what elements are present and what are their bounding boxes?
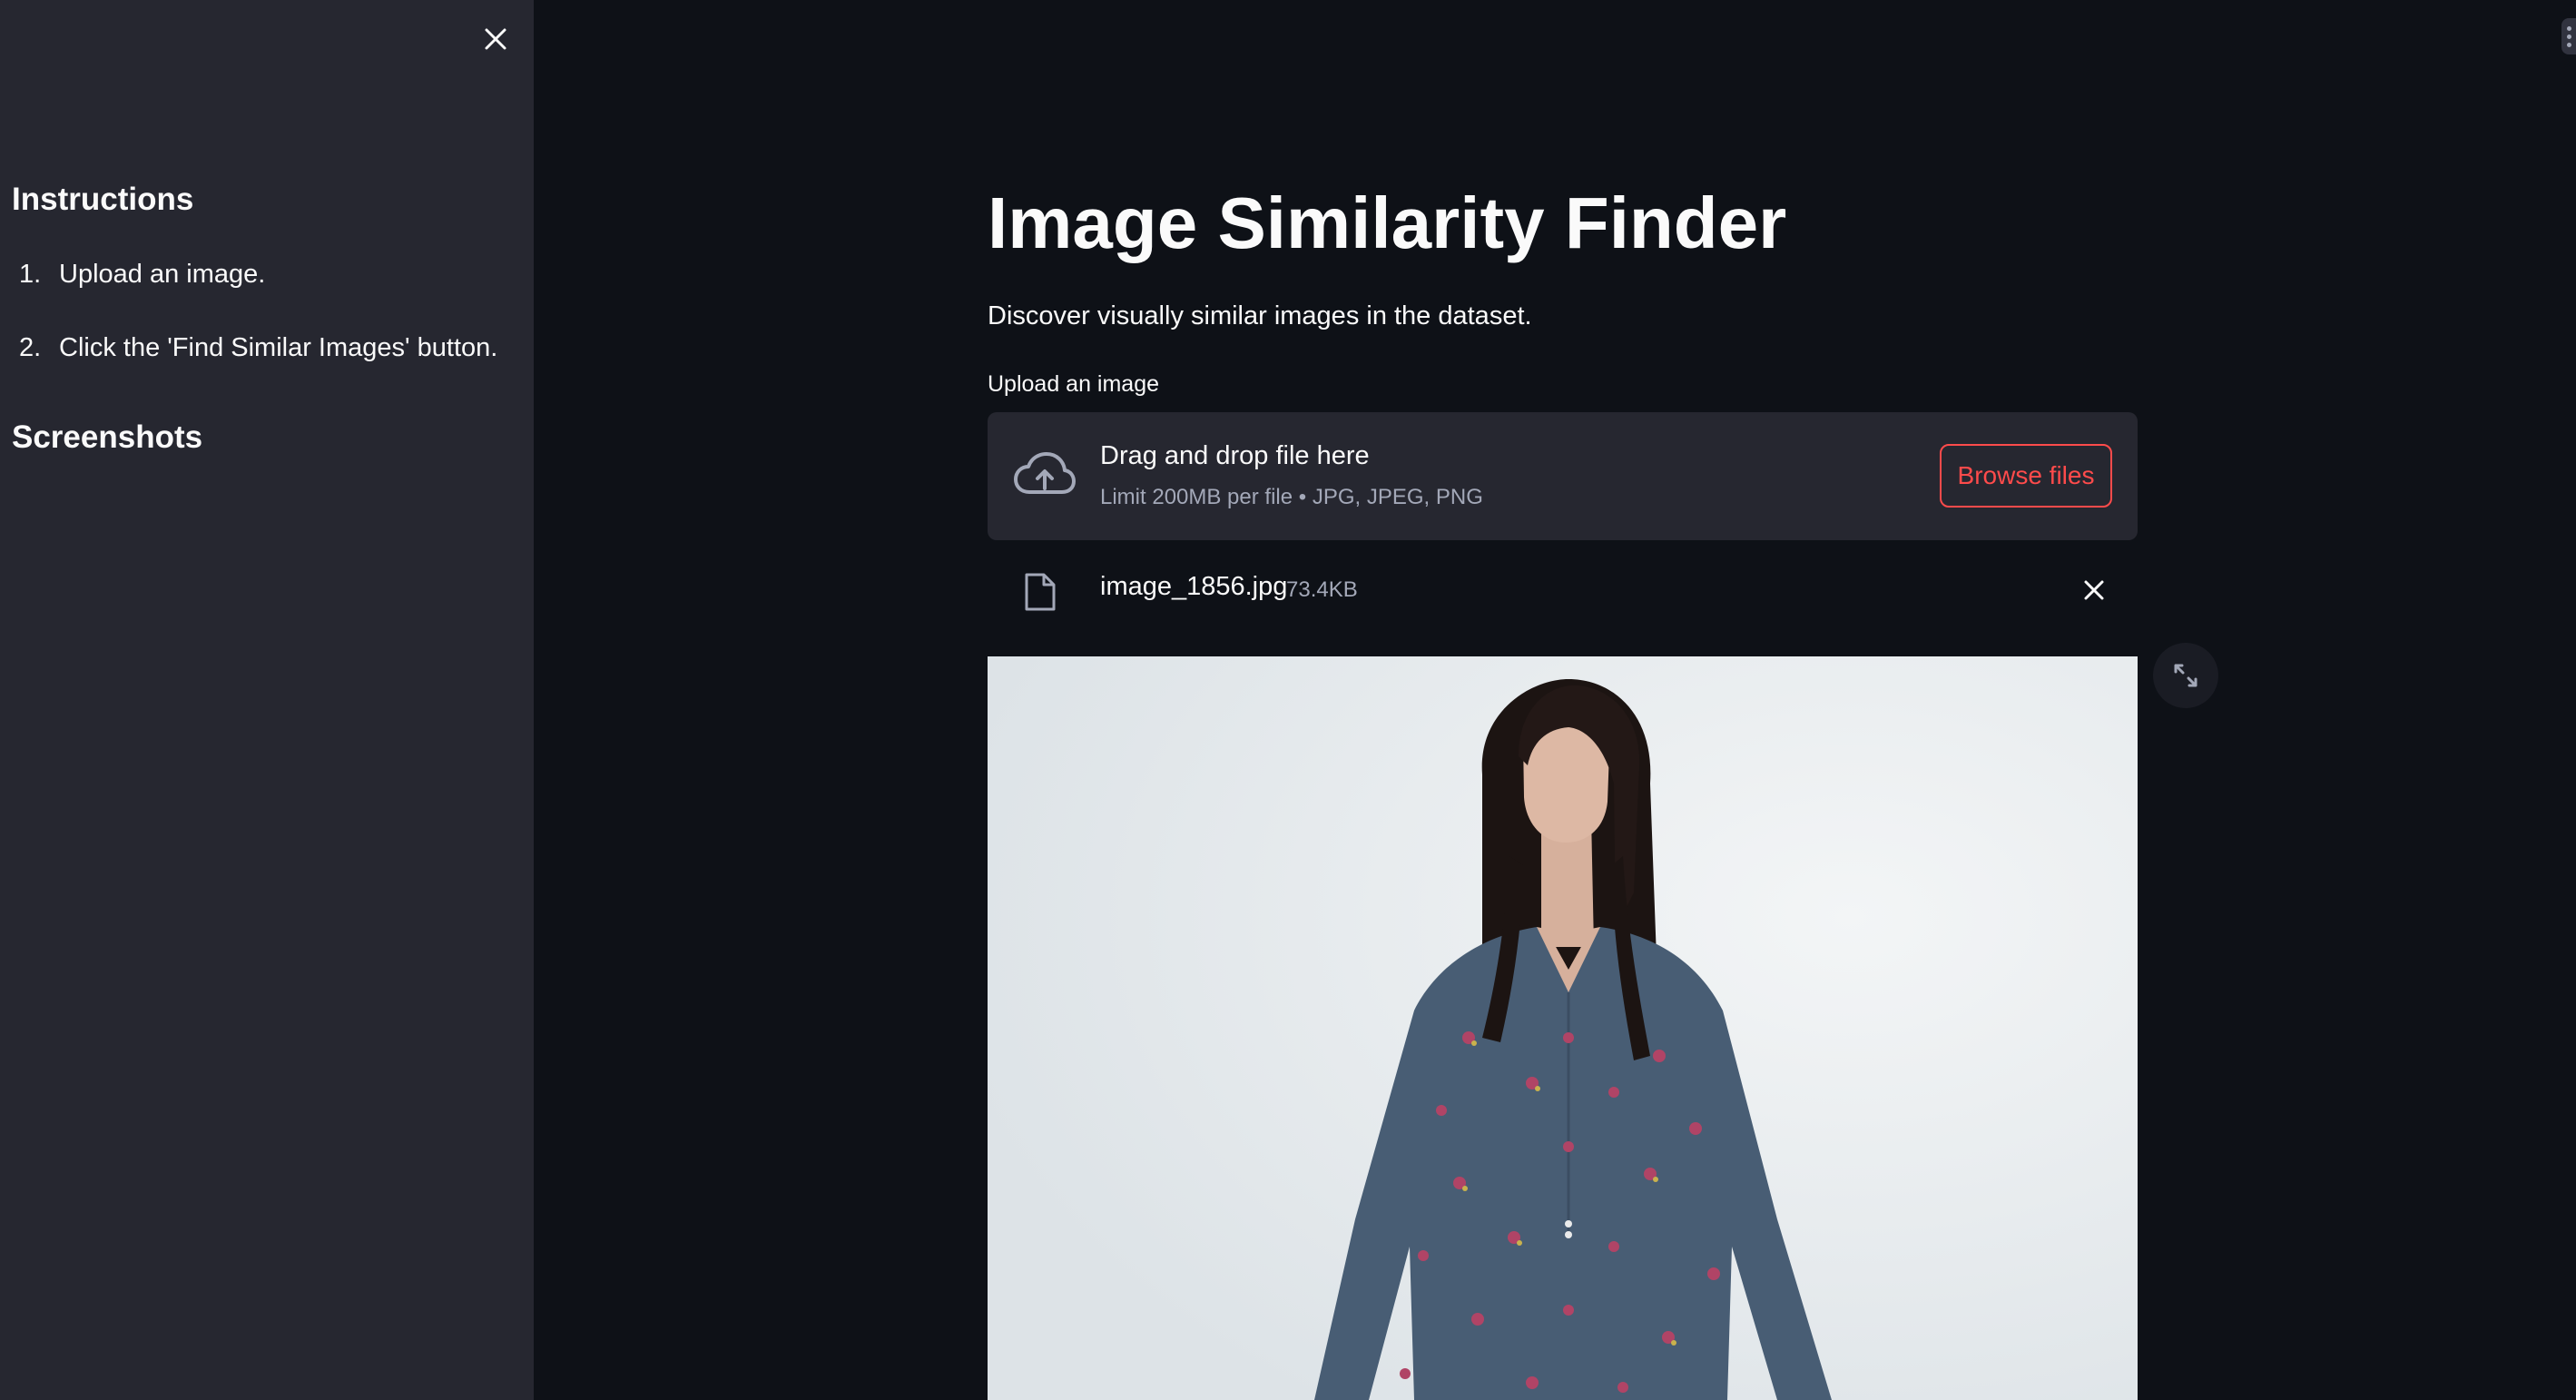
instructions-heading: Instructions <box>12 182 194 217</box>
dropzone-limit: Limit 200MB per file • JPG, JPEG, PNG <box>1100 485 1483 509</box>
menu-icon <box>2566 42 2571 47</box>
menu-icon <box>2566 25 2571 31</box>
uploaded-file-row: image_1856.jpg 73.4KB <box>988 554 2138 626</box>
close-icon <box>485 28 506 50</box>
instruction-step: 1. Upload an image. <box>12 254 497 294</box>
file-name: image_1856.jpg <box>1100 572 1288 601</box>
fullscreen-button[interactable] <box>2153 643 2218 708</box>
uploaded-image-preview <box>988 656 2138 1400</box>
screenshots-heading: Screenshots <box>12 419 203 455</box>
page-title: Image Similarity Finder <box>988 182 1787 263</box>
upload-label: Upload an image <box>988 371 1160 397</box>
remove-file-icon <box>2084 580 2104 600</box>
instructions-list: 1. Upload an image. 2. Click the 'Find S… <box>12 254 497 401</box>
sidebar-close-button[interactable] <box>479 20 512 58</box>
browse-files-button[interactable]: Browse files <box>1940 444 2112 508</box>
fullscreen-icon <box>2174 664 2197 687</box>
file-dropzone[interactable]: Drag and drop file here Limit 200MB per … <box>988 412 2138 540</box>
instruction-step: 2. Click the 'Find Similar Images' butto… <box>12 328 497 368</box>
main-content: Image Similarity Finder Discover visuall… <box>534 0 2576 1400</box>
remove-file-button[interactable] <box>2076 572 2112 608</box>
page-subtitle: Discover visually similar images in the … <box>988 301 1532 330</box>
sidebar: Instructions 1. Upload an image. 2. Clic… <box>0 0 534 1400</box>
step-number: 2. <box>19 333 42 362</box>
file-size: 73.4KB <box>1286 577 1358 602</box>
menu-icon <box>2566 34 2571 39</box>
file-icon <box>1025 573 1056 611</box>
step-number: 1. <box>19 260 42 289</box>
mannequin-image <box>988 656 2138 1400</box>
cloud-upload-icon <box>1014 452 1076 494</box>
main-menu-button[interactable] <box>2561 18 2576 54</box>
step-text: Click the 'Find Similar Images' button. <box>59 333 498 362</box>
step-text: Upload an image. <box>59 260 266 289</box>
dropzone-title: Drag and drop file here <box>1100 441 1370 470</box>
